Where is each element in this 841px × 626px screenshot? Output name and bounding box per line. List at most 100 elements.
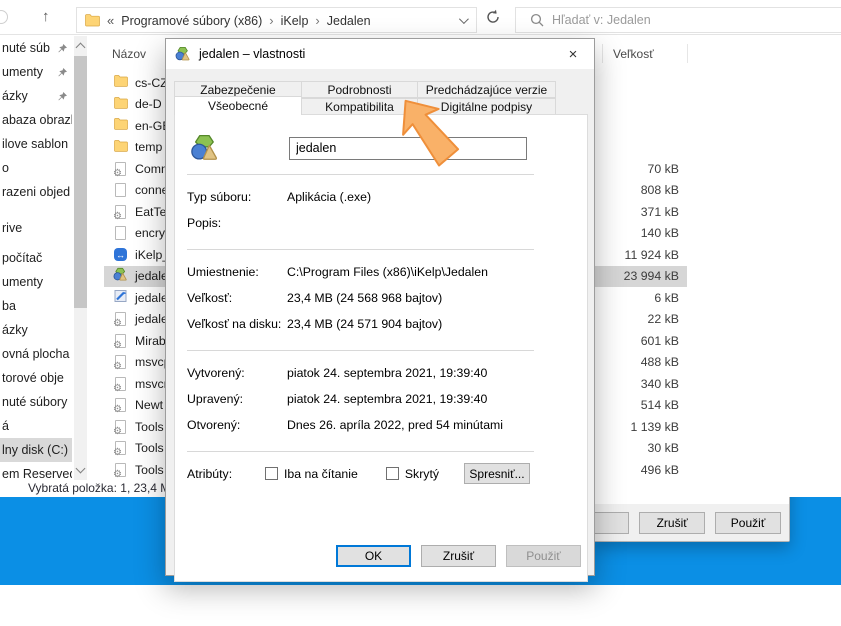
refresh-icon[interactable] <box>485 9 503 27</box>
column-header-name[interactable]: Názov <box>112 47 146 61</box>
file-size: 6 kB <box>654 291 687 305</box>
pin-icon <box>58 92 67 101</box>
scrollbar-thumb[interactable] <box>74 56 87 308</box>
sidebar-item[interactable]: torové obje <box>0 366 72 390</box>
dialog-title: jedalen – vlastnosti <box>199 47 305 61</box>
sidebar-item-label: ázky <box>2 89 28 103</box>
general-tab-page: Typ súboru:Aplikácia (.exe)Popis:Umiestn… <box>174 114 588 582</box>
readonly-checkbox[interactable] <box>265 467 278 480</box>
file-info-rows: Typ súboru:Aplikácia (.exe)Popis:Umiestn… <box>187 174 534 452</box>
file-size: 1 139 kB <box>630 420 687 434</box>
dialog-tabs-row-2: VšeobecnéKompatibilitaDigitálne podpisy <box>174 98 555 115</box>
properties-dialog: jedalen – vlastnosti × ZabezpečeniePodro… <box>165 38 595 576</box>
breadcrumb-item[interactable]: iKelp <box>281 14 309 28</box>
file-size: 22 kB <box>648 312 687 326</box>
sidebar-item-label: ázky <box>2 323 28 337</box>
sidebar-item[interactable]: ovná plocha <box>0 342 72 366</box>
sidebar-item[interactable]: počítač <box>0 246 72 270</box>
info-row: Veľkosť na disku:23,4 MB (24 571 904 baj… <box>187 313 534 339</box>
file-name: conne <box>135 183 169 197</box>
info-label: Veľkosť na disku: <box>187 317 287 332</box>
search-box[interactable]: Hľadať v: Jedalen <box>515 7 841 33</box>
sidebar-item[interactable]: razeni objed <box>0 180 72 204</box>
gear-file-icon: ⚙ <box>115 205 126 219</box>
file-name: jedale <box>135 312 168 326</box>
file-icon <box>115 226 126 240</box>
breadcrumb-item[interactable]: Programové súbory (x86) <box>121 14 262 28</box>
background-apply-button[interactable]: Použiť <box>715 512 781 534</box>
sidebar-item[interactable]: umenty <box>0 60 72 84</box>
folder-icon <box>114 75 128 90</box>
sidebar-item[interactable]: abaza obrazl <box>0 108 72 132</box>
sidebar-item[interactable]: ázky <box>0 318 72 342</box>
tab-v-eobecn-[interactable]: Všeobecné <box>174 96 302 115</box>
file-size: 601 kB <box>641 334 687 348</box>
dialog-buttons: OK Zrušiť Použiť <box>336 545 581 567</box>
scroll-down-icon[interactable] <box>76 464 86 474</box>
sidebar-item[interactable]: rive <box>0 216 72 240</box>
file-name: Tools <box>135 463 164 477</box>
sidebar-item[interactable]: o <box>0 156 72 180</box>
sidebar-item[interactable]: nuté súbory <box>0 390 72 414</box>
sidebar-item[interactable]: ba <box>0 294 72 318</box>
sidebar-item-label: umenty <box>2 275 43 289</box>
gear-file-icon: ⚙ <box>115 463 126 477</box>
column-separator[interactable] <box>602 44 603 63</box>
address-bar[interactable]: « Programové súbory (x86)›iKelp›Jedalen <box>76 7 477 33</box>
info-row: Typ súboru:Aplikácia (.exe) <box>187 186 534 212</box>
sidebar-item[interactable]: ázky <box>0 84 72 108</box>
sidebar-item-label: umenty <box>2 65 43 79</box>
file-size: 70 kB <box>648 162 687 176</box>
background-cancel-button[interactable]: Zrušiť <box>639 512 705 534</box>
sidebar-item[interactable]: umenty <box>0 270 72 294</box>
search-icon <box>530 13 544 27</box>
info-label: Upravený: <box>187 392 287 407</box>
info-value: piatok 24. septembra 2021, 19:39:40 <box>287 392 534 407</box>
scroll-up-icon[interactable] <box>76 43 86 53</box>
folder-icon <box>114 118 128 133</box>
info-label: Otvorený: <box>187 418 287 433</box>
divider <box>187 174 534 175</box>
background-ok-button-partial[interactable] <box>594 512 629 534</box>
file-size: 23 994 kB <box>624 269 687 283</box>
info-label: Umiestnenie: <box>187 265 287 280</box>
column-header-size[interactable]: Veľkosť <box>613 47 654 61</box>
sidebar-item[interactable]: nuté súb <box>0 36 72 60</box>
attributes-row: Atribúty: Iba na čítanie Skrytý Spresniť… <box>187 463 534 484</box>
back-button-fragment[interactable] <box>0 10 8 24</box>
status-bar-text: Vybratá položka: 1, 23,4 M <box>28 481 170 495</box>
address-dropdown-icon[interactable] <box>459 14 469 24</box>
breadcrumb-collapse[interactable]: « <box>107 13 114 28</box>
advanced-button[interactable]: Spresniť... <box>464 463 530 484</box>
apply-button[interactable]: Použiť <box>506 545 581 567</box>
sidebar-scrollbar[interactable] <box>74 36 87 480</box>
sidebar-item-label: ovná plocha <box>2 347 69 361</box>
breadcrumb-item[interactable]: Jedalen <box>327 14 371 28</box>
close-icon[interactable]: × <box>552 39 594 69</box>
file-name-row <box>190 133 587 163</box>
jedalen-app-icon <box>113 267 128 285</box>
sidebar-item-label: rive <box>2 221 22 235</box>
breadcrumb: Programové súbory (x86)›iKelp›Jedalen <box>121 13 370 28</box>
tab-podrobnosti[interactable]: Podrobnosti <box>301 81 418 98</box>
file-size: 488 kB <box>641 355 687 369</box>
info-row: Umiestnenie:C:\Program Files (x86)\iKelp… <box>187 261 534 287</box>
info-value: Aplikácia (.exe) <box>287 190 534 205</box>
sidebar-item-label: razeni objed <box>2 185 70 199</box>
hidden-checkbox-label[interactable]: Skrytý <box>405 467 439 481</box>
sidebar-item-label: lny disk (C:) <box>2 443 68 457</box>
up-arrow-icon[interactable]: ↑ <box>42 8 50 25</box>
sidebar-item[interactable]: á <box>0 414 72 438</box>
folder-icon <box>114 140 128 155</box>
dialog-title-bar[interactable]: jedalen – vlastnosti × <box>166 39 594 69</box>
sidebar-item[interactable]: ilove sablon <box>0 132 72 156</box>
tab-predch-dzaj-ce-verzie[interactable]: Predchádzajúce verzie <box>417 81 556 98</box>
readonly-checkbox-label[interactable]: Iba na čítanie <box>284 467 358 481</box>
ok-button[interactable]: OK <box>336 545 411 567</box>
folder-icon <box>114 97 128 112</box>
screen: Zrušiť Použiť ↑ « Programové súbory (x86… <box>0 0 841 626</box>
sidebar-item[interactable]: lny disk (C:) <box>0 438 72 462</box>
hidden-checkbox[interactable] <box>386 467 399 480</box>
cancel-button[interactable]: Zrušiť <box>421 545 496 567</box>
column-separator[interactable] <box>687 44 688 63</box>
